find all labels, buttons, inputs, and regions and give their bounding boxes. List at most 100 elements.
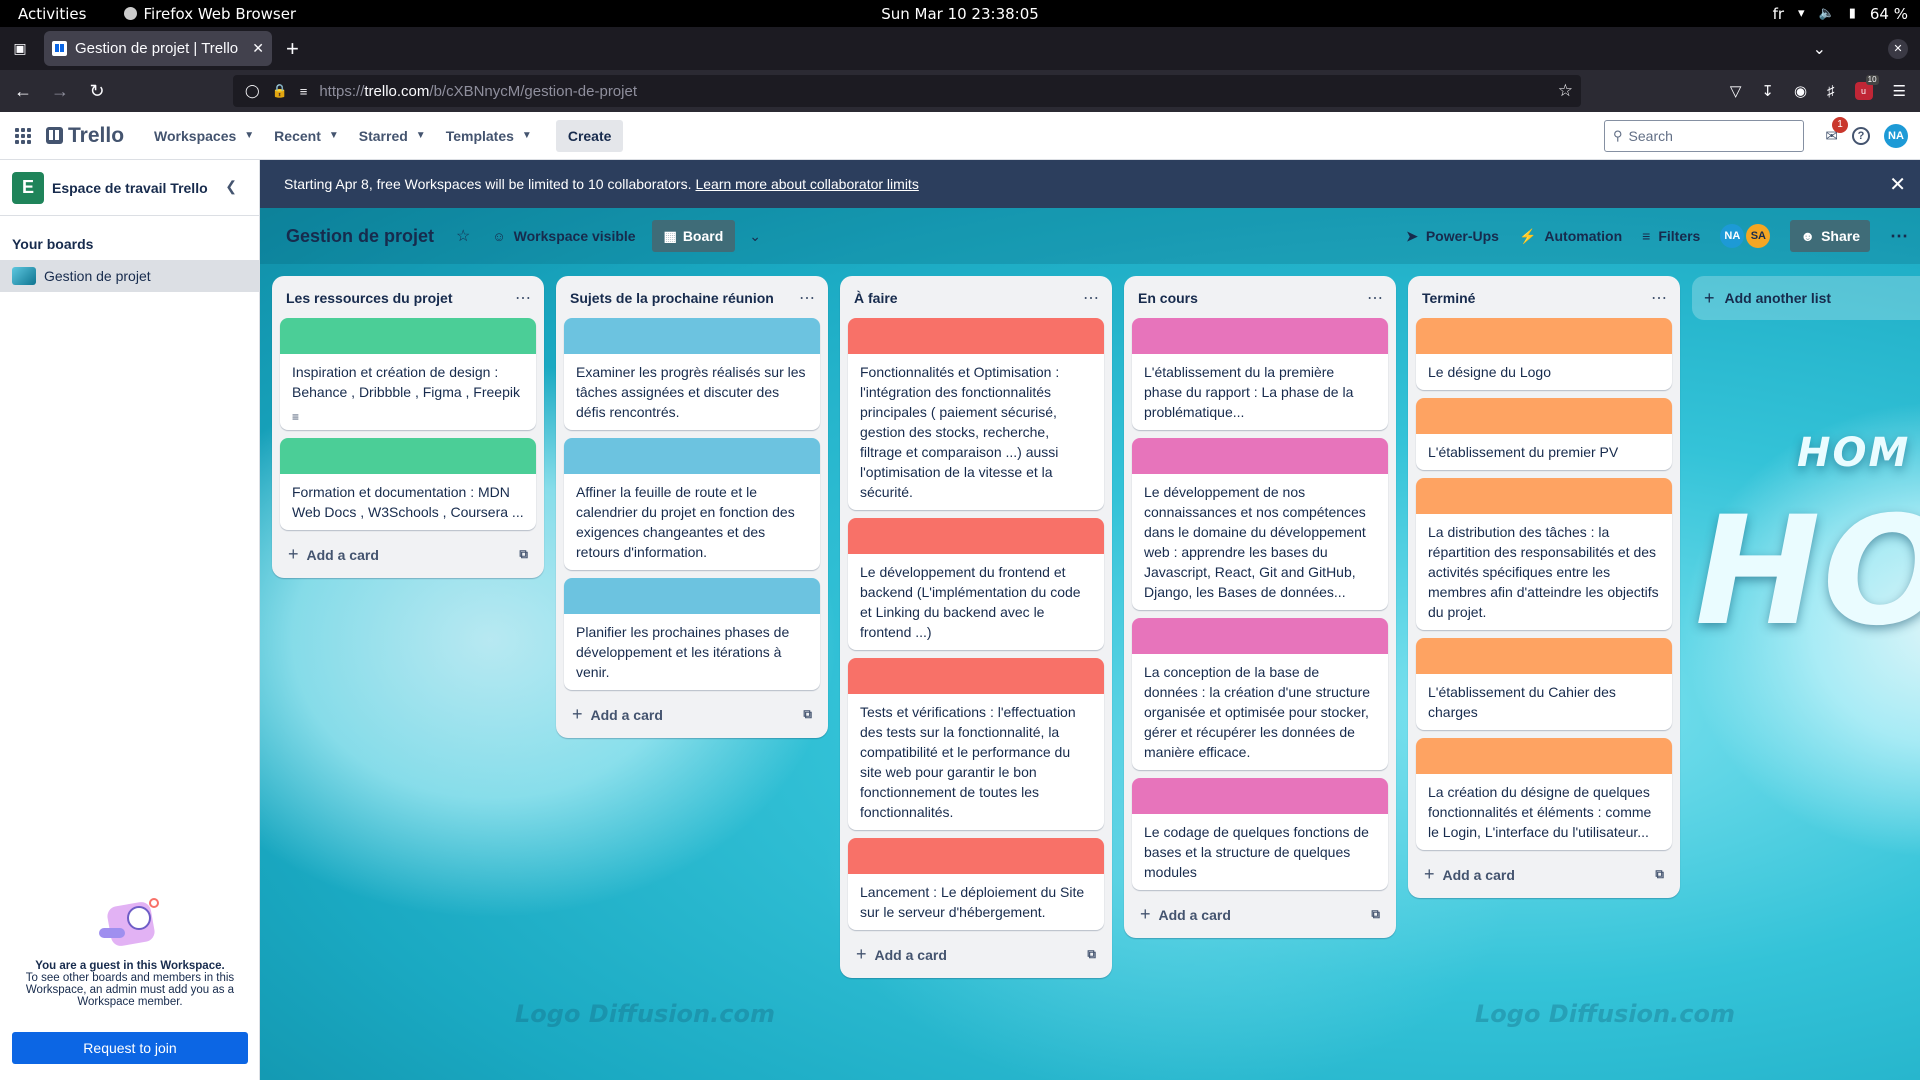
card-cover bbox=[1132, 318, 1388, 354]
list-title[interactable]: Terminé bbox=[1422, 290, 1475, 306]
create-from-template-icon[interactable]: ⧉ bbox=[519, 547, 528, 562]
menu-recent[interactable]: Recent ▼ bbox=[264, 120, 349, 152]
chevron-down-icon: ▼ bbox=[328, 130, 339, 141]
menu-starred[interactable]: Starred ▼ bbox=[349, 120, 436, 152]
board-title[interactable]: Gestion de projet bbox=[286, 226, 434, 247]
url-bar[interactable]: ◯ 🔒 ≡ https://trello.com/b/cXBNnycM/gest… bbox=[233, 75, 1581, 107]
list[interactable]: À faire ⋯ Fonctionnalités et Optimisation … bbox=[840, 276, 1112, 978]
close-tab-icon[interactable]: ✕ bbox=[252, 40, 264, 57]
share-button[interactable]: ☻ Share bbox=[1790, 220, 1870, 252]
close-window-icon[interactable]: ✕ bbox=[1888, 38, 1908, 59]
card[interactable]: Formation et documentation : MDN Web Doc… bbox=[280, 438, 536, 530]
card[interactable]: Le développement du frontend et backend … bbox=[848, 518, 1104, 650]
card[interactable]: Tests et vérifications : l'effectuation … bbox=[848, 658, 1104, 830]
pocket-icon[interactable]: ▽ bbox=[1730, 82, 1742, 100]
board-menu-more-icon[interactable]: ⋯ bbox=[1890, 226, 1908, 247]
ublock-extension-icon[interactable]: u 10 bbox=[1854, 75, 1879, 100]
card[interactable]: La conception de la base de données : la… bbox=[1132, 618, 1388, 770]
search-input[interactable]: ⚲ Search bbox=[1604, 119, 1804, 152]
menu-workspaces[interactable]: Workspaces ▼ bbox=[144, 120, 264, 152]
member-avatar[interactable]: SA bbox=[1746, 224, 1771, 248]
trello-logo[interactable]: Trello bbox=[46, 124, 124, 148]
list-title[interactable]: Les ressources du projet bbox=[286, 290, 453, 306]
list-title[interactable]: Sujets de la prochaine réunion bbox=[570, 290, 774, 306]
user-avatar[interactable]: NA bbox=[1884, 123, 1908, 148]
card[interactable]: Affiner la feuille de route et le calend… bbox=[564, 438, 820, 570]
lock-icon[interactable]: 🔒 bbox=[272, 83, 288, 99]
workspace-name[interactable]: Espace de travail Trello bbox=[52, 180, 208, 196]
list-actions-icon[interactable]: ⋯ bbox=[1651, 288, 1668, 308]
card[interactable]: Le désigne du Logo bbox=[1416, 318, 1672, 390]
card[interactable]: Examiner les progrès réalisés sur les tâ… bbox=[564, 318, 820, 430]
sidebar-board-item[interactable]: Gestion de projet bbox=[0, 260, 259, 292]
member-avatar[interactable]: NA bbox=[1720, 224, 1745, 248]
tracking-shield-icon[interactable]: ◯ bbox=[245, 83, 260, 99]
close-banner-icon[interactable]: ✕ bbox=[1889, 172, 1906, 197]
list[interactable]: En cours ⋯ L'établissement du la première … bbox=[1124, 276, 1396, 938]
add-card-button[interactable]: + Add a card bbox=[856, 944, 947, 965]
list-title[interactable]: À faire bbox=[854, 290, 898, 306]
filters-button[interactable]: ≡ Filters bbox=[1642, 228, 1700, 244]
powerups-button[interactable]: ➤ Power-Ups bbox=[1406, 228, 1499, 245]
card[interactable]: Le développement de nos connaissances et… bbox=[1132, 438, 1388, 610]
back-button[interactable]: ← bbox=[9, 81, 37, 102]
card[interactable]: Inspiration et création de design : Beha… bbox=[280, 318, 536, 430]
hamburger-menu-icon[interactable]: ☰ bbox=[1893, 82, 1906, 100]
list-actions-icon[interactable]: ⋯ bbox=[799, 288, 816, 308]
card[interactable]: Le codage de quelques fonctions de bases… bbox=[1132, 778, 1388, 890]
add-card-button[interactable]: + Add a card bbox=[1140, 904, 1231, 925]
views-chevron-down-icon[interactable]: ⌄ bbox=[749, 228, 761, 245]
list-actions-icon[interactable]: ⋯ bbox=[1083, 288, 1100, 308]
collapse-sidebar-icon[interactable]: ❮ bbox=[225, 178, 237, 195]
list[interactable]: Sujets de la prochaine réunion ⋯ Examiner … bbox=[556, 276, 828, 738]
browser-tab-active[interactable]: Gestion de projet | Trello ✕ bbox=[44, 31, 272, 66]
card[interactable]: Lancement : Le déploiement du Site sur l… bbox=[848, 838, 1104, 930]
list-actions-icon[interactable]: ⋯ bbox=[515, 288, 532, 308]
app-switcher-icon[interactable] bbox=[15, 127, 31, 144]
star-board-icon[interactable]: ☆ bbox=[456, 226, 470, 246]
forward-button[interactable]: → bbox=[46, 81, 74, 102]
board-view-button[interactable]: ▦ Board bbox=[651, 220, 736, 252]
tab-overflow-chevron-icon[interactable]: ⌄ bbox=[1813, 39, 1826, 59]
card[interactable]: Fonctionnalités et Optimisation : l'inté… bbox=[848, 318, 1104, 510]
list[interactable]: Terminé ⋯ Le désigne du Logo L'établissemen… bbox=[1408, 276, 1680, 898]
list-title[interactable]: En cours bbox=[1138, 290, 1198, 306]
menu-templates[interactable]: Templates ▼ bbox=[436, 120, 542, 152]
add-card-button[interactable]: + Add a card bbox=[1424, 864, 1515, 885]
card[interactable]: L'établissement du la première phase du … bbox=[1132, 318, 1388, 430]
create-from-template-icon[interactable]: ⧉ bbox=[1371, 907, 1380, 922]
system-tray[interactable]: fr ▾ 🔈 ▮ 64 % bbox=[1773, 5, 1908, 23]
create-button[interactable]: Create bbox=[555, 119, 624, 152]
new-tab-button[interactable]: + bbox=[286, 36, 299, 62]
card[interactable]: La création du désigne de quelques fonct… bbox=[1416, 738, 1672, 850]
app-menu[interactable]: Firefox Web Browser bbox=[124, 5, 296, 23]
bookmark-star-icon[interactable]: ☆ bbox=[1558, 81, 1573, 101]
visibility-button[interactable]: ☺ Workspace visible bbox=[492, 228, 635, 244]
notifications-bell-icon[interactable]: ✉ 1 bbox=[1825, 116, 1848, 145]
card[interactable]: Planifier les prochaines phases de dével… bbox=[564, 578, 820, 690]
card[interactable]: La distribution des tâches : la répartit… bbox=[1416, 478, 1672, 630]
add-list-button[interactable]: + Add another list bbox=[1692, 276, 1920, 320]
downloads-icon[interactable]: ↧ bbox=[1761, 82, 1774, 100]
permissions-icon[interactable]: ≡ bbox=[300, 84, 308, 99]
list[interactable]: Les ressources du projet ⋯ Inspiration et … bbox=[272, 276, 544, 578]
keyboard-layout[interactable]: fr bbox=[1773, 5, 1784, 23]
activities-button[interactable]: Activities bbox=[18, 5, 86, 23]
extensions-icon[interactable]: ♯ bbox=[1827, 83, 1835, 100]
automation-button[interactable]: ⚡ Automation bbox=[1519, 228, 1622, 245]
create-from-template-icon[interactable]: ⧉ bbox=[1087, 947, 1096, 962]
create-from-template-icon[interactable]: ⧉ bbox=[1655, 867, 1664, 882]
create-from-template-icon[interactable]: ⧉ bbox=[803, 707, 812, 722]
reload-button[interactable]: ↻ bbox=[83, 81, 111, 102]
add-card-button[interactable]: + Add a card bbox=[288, 544, 379, 565]
account-icon[interactable]: ◉ bbox=[1794, 82, 1807, 100]
tab-list-icon[interactable]: ▣ bbox=[0, 27, 40, 70]
request-to-join-button[interactable]: Request to join bbox=[12, 1032, 248, 1064]
list-actions-icon[interactable]: ⋯ bbox=[1367, 288, 1384, 308]
add-card-button[interactable]: + Add a card bbox=[572, 704, 663, 725]
card[interactable]: L'établissement du premier PV bbox=[1416, 398, 1672, 470]
banner-link[interactable]: Learn more about collaborator limits bbox=[695, 176, 918, 192]
clock[interactable]: Sun Mar 10 23:38:05 bbox=[881, 5, 1039, 23]
card[interactable]: L'établissement du Cahier des charges bbox=[1416, 638, 1672, 730]
help-icon[interactable]: ? bbox=[1852, 126, 1870, 145]
